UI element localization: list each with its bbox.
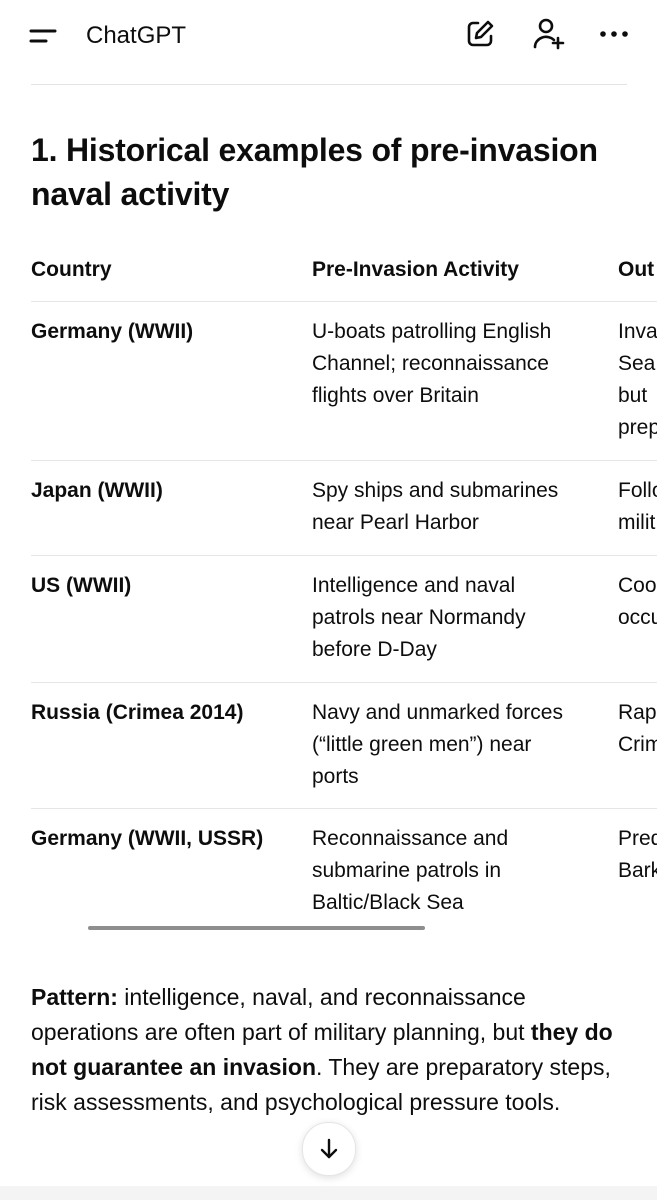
table-cell-country: Japan (WWII)	[31, 479, 163, 502]
table-cell-activity: Intelligence and naval patrols near Norm…	[312, 574, 526, 661]
table-cell-outcome: Inva Sea but prep	[618, 320, 657, 439]
scroll-to-bottom-button[interactable]	[302, 1122, 356, 1176]
section-heading: 1. Historical examples of pre-invasion n…	[31, 132, 598, 212]
table-cell-outcome: Rap Crim	[618, 701, 657, 756]
sidebar-menu-button[interactable]	[28, 22, 60, 50]
new-chat-button[interactable]	[462, 16, 498, 52]
table-cell-country: US (WWII)	[31, 574, 132, 597]
top-bar: ChatGPT	[0, 0, 657, 70]
row-divider	[31, 460, 657, 461]
table-header-row: Country Pre-Invasion Activity Out	[31, 254, 657, 286]
row-divider	[31, 682, 657, 683]
table-row: Germany (WWII) U-boats patrolling Englis…	[31, 316, 657, 444]
row-divider	[31, 555, 657, 556]
table-header-cell: Country	[31, 258, 112, 281]
compose-icon	[467, 20, 494, 47]
pattern-label: Pattern:	[31, 984, 118, 1010]
composer-edge	[0, 1186, 657, 1200]
more-options-button[interactable]	[596, 16, 632, 52]
table-header-cell: Pre-Invasion Activity	[312, 258, 519, 281]
horizontal-scrollbar[interactable]	[88, 926, 425, 930]
table-row: Germany (WWII, USSR) Reconnaissance and …	[31, 823, 657, 919]
table-cell-activity: Spy ships and submarines near Pearl Harb…	[312, 479, 559, 534]
table-cell-activity: Reconnaissance and submarine patrols in …	[312, 827, 509, 914]
arrow-down-icon	[320, 1138, 338, 1159]
table-row: US (WWII) Intelligence and naval patrols…	[31, 570, 657, 666]
add-people-button[interactable]	[530, 16, 566, 52]
table-cell-country: Germany (WWII, USSR)	[31, 827, 264, 850]
pattern-paragraph: Pattern: intelligence, naval, and reconn…	[31, 980, 631, 1120]
sidebar-menu-icon	[29, 29, 57, 43]
table-row: Russia (Crimea 2014) Navy and unmarked f…	[31, 697, 657, 793]
table-header-cell: Out	[618, 258, 655, 281]
table-cell-outcome: Pred Bark	[618, 827, 657, 882]
table-cell-activity: U-boats patrolling English Channel; reco…	[312, 320, 552, 407]
table-cell-activity: Navy and unmarked forces (“little green …	[312, 701, 563, 788]
row-divider	[31, 808, 657, 809]
table-row: Japan (WWII) Spy ships and submarines ne…	[31, 475, 657, 539]
table-cell-outcome: Coo occu	[618, 574, 657, 629]
divider	[31, 84, 627, 85]
table-cell-outcome: Follo milit	[618, 479, 657, 534]
table-cell-country: Russia (Crimea 2014)	[31, 701, 244, 724]
table-cell-country: Germany (WWII)	[31, 320, 194, 343]
comparison-table[interactable]: Country Pre-Invasion Activity Out German…	[0, 236, 657, 926]
more-horizontal-icon	[600, 31, 628, 37]
add-person-icon	[533, 18, 565, 50]
app-title[interactable]: ChatGPT	[86, 20, 186, 52]
row-divider	[31, 301, 657, 302]
